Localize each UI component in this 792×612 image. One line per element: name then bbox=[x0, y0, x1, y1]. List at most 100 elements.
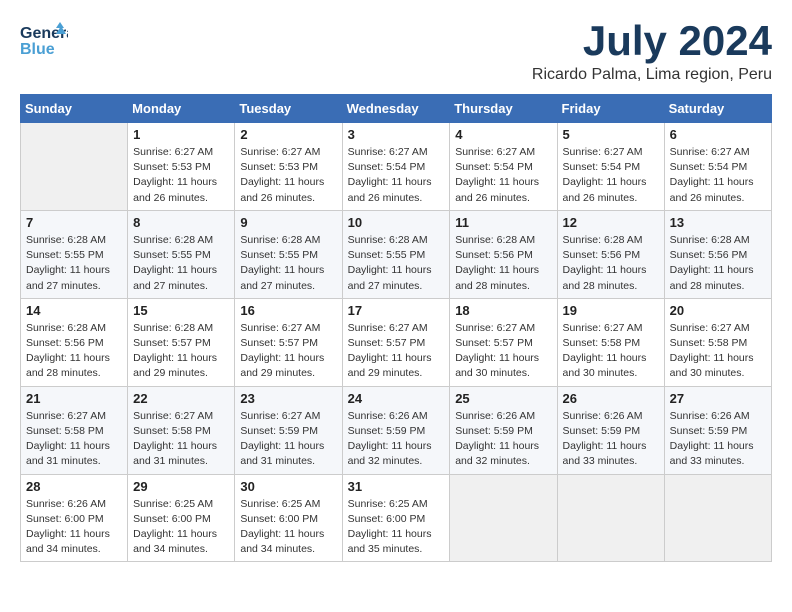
day-number: 29 bbox=[133, 479, 229, 494]
day-info: Sunrise: 6:27 AM Sunset: 5:59 PM Dayligh… bbox=[240, 409, 336, 470]
day-number: 13 bbox=[670, 215, 766, 230]
day-info: Sunrise: 6:27 AM Sunset: 5:58 PM Dayligh… bbox=[26, 409, 122, 470]
day-cell: 23Sunrise: 6:27 AM Sunset: 5:59 PM Dayli… bbox=[235, 386, 342, 474]
day-number: 15 bbox=[133, 303, 229, 318]
day-cell: 6Sunrise: 6:27 AM Sunset: 5:54 PM Daylig… bbox=[664, 123, 771, 211]
day-number: 10 bbox=[348, 215, 445, 230]
logo-icon: General Blue bbox=[20, 20, 68, 58]
day-number: 22 bbox=[133, 391, 229, 406]
day-info: Sunrise: 6:28 AM Sunset: 5:56 PM Dayligh… bbox=[455, 233, 551, 294]
day-cell: 3Sunrise: 6:27 AM Sunset: 5:54 PM Daylig… bbox=[342, 123, 450, 211]
day-info: Sunrise: 6:27 AM Sunset: 5:58 PM Dayligh… bbox=[563, 321, 659, 382]
day-number: 21 bbox=[26, 391, 122, 406]
day-number: 14 bbox=[26, 303, 122, 318]
day-number: 7 bbox=[26, 215, 122, 230]
day-info: Sunrise: 6:28 AM Sunset: 5:55 PM Dayligh… bbox=[240, 233, 336, 294]
day-info: Sunrise: 6:28 AM Sunset: 5:55 PM Dayligh… bbox=[26, 233, 122, 294]
header-cell-wednesday: Wednesday bbox=[342, 95, 450, 123]
day-number: 16 bbox=[240, 303, 336, 318]
day-info: Sunrise: 6:27 AM Sunset: 5:57 PM Dayligh… bbox=[240, 321, 336, 382]
header-cell-thursday: Thursday bbox=[450, 95, 557, 123]
week-row-2: 14 Sunrise: 6:28 AM Sunset: 5:56 PM Dayli… bbox=[21, 298, 772, 386]
week-row-1: 7 Sunrise: 6:28 AM Sunset: 5:55 PM Daylig… bbox=[21, 210, 772, 298]
day-cell: 21 Sunrise: 6:27 AM Sunset: 5:58 PM Dayli… bbox=[21, 386, 128, 474]
day-number: 5 bbox=[563, 127, 659, 142]
day-cell: 12 Sunrise: 6:28 AM Sunset: 5:56 PM Dayli… bbox=[557, 210, 664, 298]
week-row-0: 1 Sunrise: 6:27 AM Sunset: 5:53 PM Daylig… bbox=[21, 123, 772, 211]
day-info: Sunrise: 6:28 AM Sunset: 5:56 PM Dayligh… bbox=[563, 233, 659, 294]
day-number: 20 bbox=[670, 303, 766, 318]
day-cell: 7 Sunrise: 6:28 AM Sunset: 5:55 PM Daylig… bbox=[21, 210, 128, 298]
day-cell: 17 Sunrise: 6:27 AM Sunset: 5:57 PM Dayli… bbox=[342, 298, 450, 386]
day-cell: 11 Sunrise: 6:28 AM Sunset: 5:56 PM Dayli… bbox=[450, 210, 557, 298]
day-cell: 5 Sunrise: 6:27 AM Sunset: 5:54 PM Daylig… bbox=[557, 123, 664, 211]
day-cell: 9 Sunrise: 6:28 AM Sunset: 5:55 PM Daylig… bbox=[235, 210, 342, 298]
day-cell: 15 Sunrise: 6:28 AM Sunset: 5:57 PM Dayli… bbox=[128, 298, 235, 386]
day-info: Sunrise: 6:27 AM Sunset: 5:58 PM Dayligh… bbox=[133, 409, 229, 470]
day-number: 1 bbox=[133, 127, 229, 142]
day-info: Sunrise: 6:28 AM Sunset: 5:55 PM Dayligh… bbox=[133, 233, 229, 294]
day-number: 18 bbox=[455, 303, 551, 318]
header-cell-tuesday: Tuesday bbox=[235, 95, 342, 123]
day-cell: 22 Sunrise: 6:27 AM Sunset: 5:58 PM Dayli… bbox=[128, 386, 235, 474]
day-cell bbox=[557, 474, 664, 562]
day-cell: 2 Sunrise: 6:27 AM Sunset: 5:53 PM Daylig… bbox=[235, 123, 342, 211]
day-number: 9 bbox=[240, 215, 336, 230]
week-row-3: 21 Sunrise: 6:27 AM Sunset: 5:58 PM Dayli… bbox=[21, 386, 772, 474]
day-info: Sunrise: 6:27 AM Sunset: 5:57 PM Dayligh… bbox=[348, 321, 445, 382]
title-area: July 2024 Ricardo Palma, Lima region, Pe… bbox=[532, 20, 772, 84]
day-info: Sunrise: 6:26 AM Sunset: 6:00 PM Dayligh… bbox=[26, 497, 122, 558]
day-number: 6 bbox=[670, 127, 766, 142]
day-cell: 16 Sunrise: 6:27 AM Sunset: 5:57 PM Dayli… bbox=[235, 298, 342, 386]
day-cell: 19 Sunrise: 6:27 AM Sunset: 5:58 PM Dayli… bbox=[557, 298, 664, 386]
day-cell: 24Sunrise: 6:26 AM Sunset: 5:59 PM Dayli… bbox=[342, 386, 450, 474]
header-cell-friday: Friday bbox=[557, 95, 664, 123]
calendar-body: 1 Sunrise: 6:27 AM Sunset: 5:53 PM Daylig… bbox=[21, 123, 772, 562]
day-info: Sunrise: 6:26 AM Sunset: 5:59 PM Dayligh… bbox=[670, 409, 766, 470]
day-info: Sunrise: 6:25 AM Sunset: 6:00 PM Dayligh… bbox=[133, 497, 229, 558]
day-number: 11 bbox=[455, 215, 551, 230]
day-number: 4 bbox=[455, 127, 551, 142]
day-info: Sunrise: 6:26 AM Sunset: 5:59 PM Dayligh… bbox=[455, 409, 551, 470]
logo: General Blue bbox=[20, 20, 68, 58]
day-number: 8 bbox=[133, 215, 229, 230]
day-number: 17 bbox=[348, 303, 445, 318]
day-number: 24 bbox=[348, 391, 445, 406]
day-number: 30 bbox=[240, 479, 336, 494]
day-info: Sunrise: 6:28 AM Sunset: 5:55 PM Dayligh… bbox=[348, 233, 445, 294]
day-info: Sunrise: 6:26 AM Sunset: 5:59 PM Dayligh… bbox=[563, 409, 659, 470]
day-number: 27 bbox=[670, 391, 766, 406]
header-cell-monday: Monday bbox=[128, 95, 235, 123]
day-cell: 10 Sunrise: 6:28 AM Sunset: 5:55 PM Dayli… bbox=[342, 210, 450, 298]
day-cell: 30 Sunrise: 6:25 AM Sunset: 6:00 PM Dayli… bbox=[235, 474, 342, 562]
svg-text:Blue: Blue bbox=[20, 41, 55, 58]
day-cell bbox=[664, 474, 771, 562]
day-number: 12 bbox=[563, 215, 659, 230]
day-cell: 1 Sunrise: 6:27 AM Sunset: 5:53 PM Daylig… bbox=[128, 123, 235, 211]
day-info: Sunrise: 6:27 AM Sunset: 5:58 PM Dayligh… bbox=[670, 321, 766, 382]
day-cell: 26 Sunrise: 6:26 AM Sunset: 5:59 PM Dayli… bbox=[557, 386, 664, 474]
day-cell bbox=[450, 474, 557, 562]
day-number: 2 bbox=[240, 127, 336, 142]
day-cell bbox=[21, 123, 128, 211]
day-number: 31 bbox=[348, 479, 445, 494]
day-info: Sunrise: 6:25 AM Sunset: 6:00 PM Dayligh… bbox=[240, 497, 336, 558]
day-cell: 25Sunrise: 6:26 AM Sunset: 5:59 PM Dayli… bbox=[450, 386, 557, 474]
day-cell: 29 Sunrise: 6:25 AM Sunset: 6:00 PM Dayli… bbox=[128, 474, 235, 562]
day-cell: 27 Sunrise: 6:26 AM Sunset: 5:59 PM Dayli… bbox=[664, 386, 771, 474]
day-number: 26 bbox=[563, 391, 659, 406]
day-info: Sunrise: 6:27 AM Sunset: 5:54 PM Dayligh… bbox=[563, 145, 659, 206]
day-info: Sunrise: 6:28 AM Sunset: 5:56 PM Dayligh… bbox=[670, 233, 766, 294]
day-info: Sunrise: 6:27 AM Sunset: 5:53 PM Dayligh… bbox=[240, 145, 336, 206]
day-info: Sunrise: 6:27 AM Sunset: 5:54 PM Dayligh… bbox=[455, 145, 551, 206]
day-cell: 14 Sunrise: 6:28 AM Sunset: 5:56 PM Dayli… bbox=[21, 298, 128, 386]
day-cell: 28Sunrise: 6:26 AM Sunset: 6:00 PM Dayli… bbox=[21, 474, 128, 562]
day-cell: 31Sunrise: 6:25 AM Sunset: 6:00 PM Dayli… bbox=[342, 474, 450, 562]
day-info: Sunrise: 6:28 AM Sunset: 5:57 PM Dayligh… bbox=[133, 321, 229, 382]
day-info: Sunrise: 6:28 AM Sunset: 5:56 PM Dayligh… bbox=[26, 321, 122, 382]
day-info: Sunrise: 6:27 AM Sunset: 5:53 PM Dayligh… bbox=[133, 145, 229, 206]
calendar-table: SundayMondayTuesdayWednesdayThursdayFrid… bbox=[20, 94, 772, 562]
header-cell-saturday: Saturday bbox=[664, 95, 771, 123]
day-number: 19 bbox=[563, 303, 659, 318]
calendar-header-row: SundayMondayTuesdayWednesdayThursdayFrid… bbox=[21, 95, 772, 123]
